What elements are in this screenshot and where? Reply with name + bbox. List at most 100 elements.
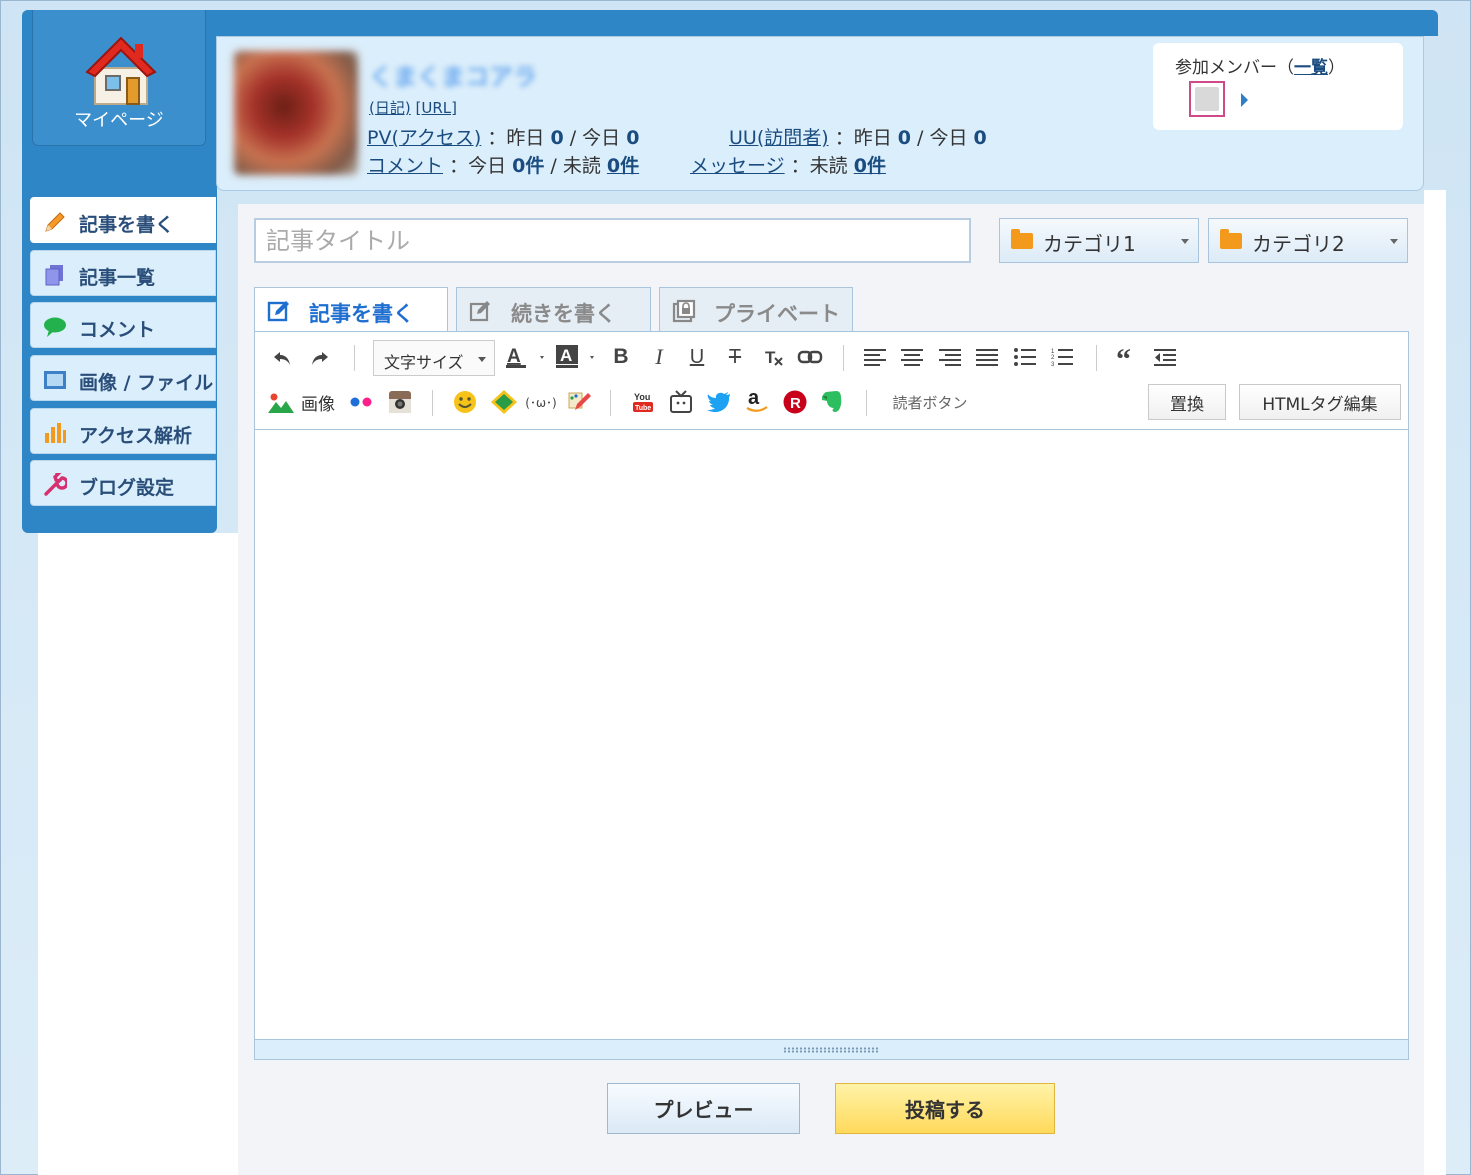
evernote-icon[interactable] (818, 388, 846, 416)
category2-select[interactable]: カテゴリ2 (1208, 218, 1408, 263)
svg-text:“: “ (1116, 349, 1131, 365)
wrench-icon (44, 473, 67, 496)
tab-continue[interactable]: 続きを書く (456, 287, 651, 332)
twitter-icon[interactable] (705, 388, 733, 416)
replace-button[interactable]: 置換 (1148, 384, 1226, 420)
url-link[interactable]: [URL] (416, 99, 457, 117)
bullet-list-icon[interactable] (1011, 343, 1039, 371)
member-avatar[interactable] (1189, 81, 1225, 117)
uu-today: 0 (973, 127, 987, 149)
align-left-icon[interactable] (861, 343, 889, 371)
message-link[interactable]: メッセージ (690, 155, 785, 177)
svg-text:A: A (560, 346, 572, 365)
tab-write-article[interactable]: 記事を書く (254, 287, 448, 333)
right-gutter (1424, 190, 1446, 1175)
sidebar-item-comments[interactable]: コメント (30, 302, 216, 348)
post-button[interactable]: 投稿する (835, 1083, 1055, 1134)
blog-name[interactable]: くまくまコアラ (369, 57, 544, 87)
bold-icon[interactable]: B (607, 343, 635, 371)
image-file-icon (44, 371, 66, 389)
pv-yesterday: 0 (550, 127, 564, 149)
svg-text:T: T (765, 348, 776, 367)
toolbar-separator (432, 390, 433, 416)
underline-icon[interactable]: U (683, 343, 711, 371)
strikethrough-icon[interactable]: T (721, 343, 749, 371)
members-list-link[interactable]: 一覧 (1294, 58, 1328, 78)
html-edit-button[interactable]: HTMLタグ編集 (1239, 384, 1401, 420)
preview-button[interactable]: プレビュー (607, 1083, 800, 1134)
members-title: 参加メンバー（一覧） (1175, 58, 1345, 78)
editor-body[interactable] (255, 430, 1408, 1039)
speech-bubble-icon (44, 317, 66, 337)
undo-icon[interactable] (267, 344, 297, 372)
message-stat: メッセージ ：未読 0件 (690, 155, 886, 177)
bar-chart-icon (45, 423, 66, 443)
toolbar-separator (843, 345, 844, 371)
diary-link[interactable]: (日記) (369, 99, 411, 117)
instagram-icon[interactable] (386, 388, 414, 416)
comment-link[interactable]: コメント (367, 155, 443, 177)
svg-text:3: 3 (1051, 362, 1055, 367)
mypage-button[interactable]: マイページ (32, 10, 206, 146)
rakuten-icon[interactable]: R (781, 388, 809, 416)
documents-icon (45, 265, 63, 286)
sidebar-item-analytics[interactable]: アクセス解析 (30, 408, 216, 454)
niconico-icon[interactable] (667, 388, 695, 416)
toolbar-separator (866, 390, 867, 416)
emoticon-icon[interactable]: (･ω･) (523, 388, 559, 416)
uu-link[interactable]: UU(訪問者) (729, 127, 829, 149)
reader-button[interactable]: 読者ボタン (885, 388, 975, 416)
stamp-icon[interactable] (490, 388, 518, 416)
smiley-icon[interactable] (451, 388, 479, 416)
align-justify-icon[interactable] (973, 343, 1001, 371)
continue-icon (469, 301, 490, 322)
private-icon (672, 299, 696, 323)
blog-avatar[interactable] (234, 51, 358, 175)
sidebar-item-write[interactable]: 記事を書く (30, 197, 216, 243)
top-bar (22, 10, 1438, 36)
uu-stat: UU(訪問者) ：昨日 0 / 今日 0 (729, 127, 987, 149)
svg-text:Tube: Tube (635, 405, 651, 412)
editor-resize-handle[interactable] (255, 1039, 1408, 1059)
comment-unread[interactable]: 0件 (607, 155, 639, 177)
face-icon (1195, 87, 1219, 111)
italic-icon[interactable]: I (645, 343, 673, 371)
next-arrow-icon[interactable] (1241, 93, 1248, 107)
youtube-icon[interactable]: You Tube (629, 388, 657, 416)
sidebar-item-blog-settings[interactable]: ブログ設定 (30, 460, 216, 506)
svg-text:R: R (790, 395, 801, 412)
members-box: 参加メンバー（一覧） (1153, 43, 1403, 130)
outdent-icon[interactable] (1151, 343, 1179, 371)
toolbar-separator (610, 390, 611, 416)
edit-icon (267, 301, 289, 322)
text-color-icon[interactable]: A (503, 342, 549, 372)
sidebar-item-images[interactable]: 画像 / ファイル (30, 355, 216, 401)
image-button-label[interactable]: 画像 (297, 388, 339, 416)
font-size-dropdown[interactable]: 文字サイズ (373, 340, 495, 376)
redo-icon[interactable] (305, 344, 335, 372)
drawing-icon[interactable] (565, 388, 593, 416)
blog-info-panel: くまくまコアラ (日記) [URL] PV(アクセス) ：昨日 0 / 今日 0… (216, 36, 1424, 191)
dropdown-arrow-icon (1390, 239, 1398, 244)
svg-text:You: You (634, 392, 650, 402)
blockquote-icon[interactable]: “ (1113, 343, 1143, 371)
comment-today: 0件 (512, 155, 545, 177)
message-unread[interactable]: 0件 (854, 155, 886, 177)
clear-format-icon[interactable]: T (759, 343, 787, 371)
amazon-icon[interactable]: a (743, 386, 771, 416)
article-title-input[interactable] (254, 218, 971, 263)
numbered-list-icon[interactable]: 123 (1048, 343, 1076, 371)
image-icon[interactable] (267, 388, 295, 416)
link-icon[interactable] (795, 343, 825, 371)
sidebar-item-article-list[interactable]: 記事一覧 (30, 250, 216, 296)
uu-yesterday: 0 (897, 127, 911, 149)
category1-select[interactable]: カテゴリ1 (999, 218, 1199, 263)
highlight-color-icon[interactable]: A (553, 342, 599, 372)
align-right-icon[interactable] (936, 343, 964, 371)
pv-today: 0 (626, 127, 640, 149)
align-center-icon[interactable] (898, 343, 926, 371)
svg-text:a: a (748, 387, 760, 409)
pv-link[interactable]: PV(アクセス) (367, 127, 481, 149)
flickr-icon[interactable] (347, 388, 375, 416)
tab-private[interactable]: プライベート (659, 287, 853, 332)
